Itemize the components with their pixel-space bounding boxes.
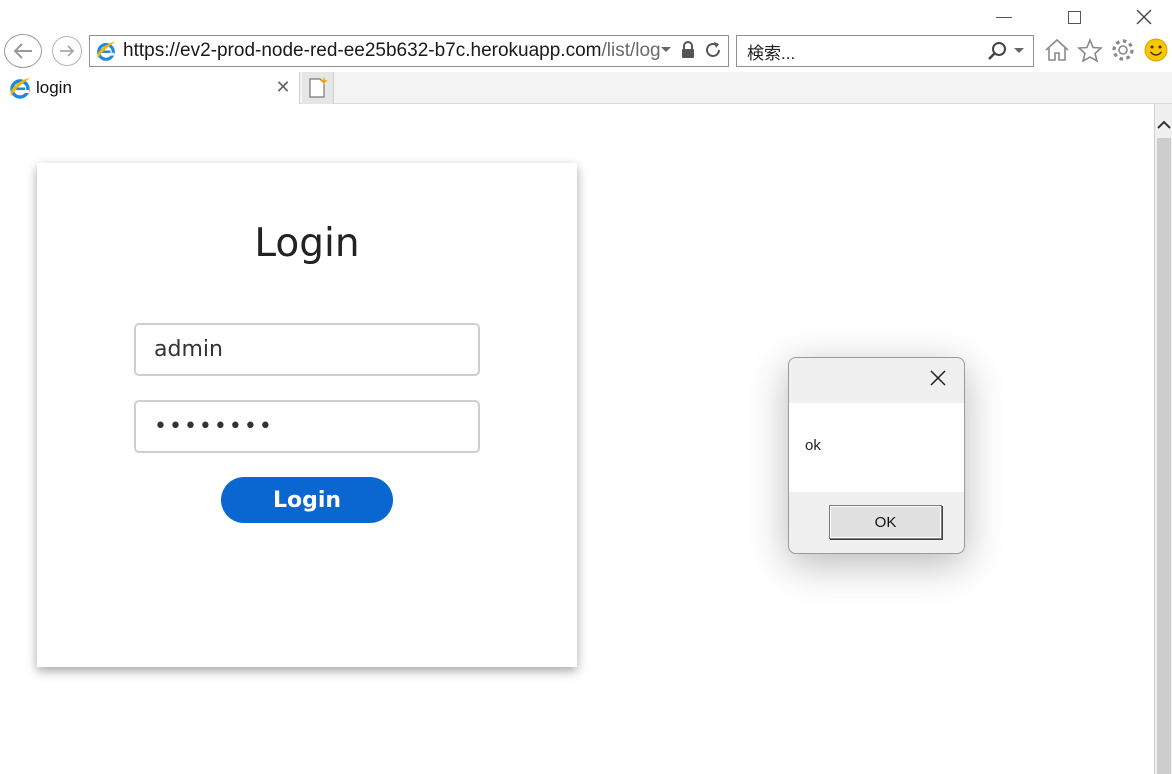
maximize-icon [1067,10,1081,24]
url-text[interactable]: https://ev2-prod-node-red-ee25b632-b7c.h… [123,40,661,62]
minimize-button[interactable] [986,4,1022,30]
forward-arrow-icon [60,45,75,57]
new-tab-icon [308,77,328,98]
back-button[interactable] [4,34,42,68]
login-title: Login [254,221,360,266]
dialog-close-button[interactable] [926,366,950,390]
back-arrow-icon [13,43,32,59]
settings-button[interactable] [1110,36,1136,64]
chevron-up-icon [1157,120,1171,129]
new-tab-button[interactable] [302,72,334,104]
address-bar[interactable]: https://ev2-prod-node-red-ee25b632-b7c.h… [89,35,729,67]
dropdown-arrow-icon[interactable] [660,46,672,54]
page-viewport: Login Login ok OK [0,104,1154,774]
login-card: Login Login [37,163,577,667]
refresh-icon[interactable] [704,41,722,59]
browser-chrome: https://ev2-prod-node-red-ee25b632-b7c.h… [0,0,1172,104]
alert-dialog: ok OK [788,357,965,554]
home-button[interactable] [1044,36,1070,64]
login-button[interactable]: Login [221,477,393,523]
ie-logo-icon [97,41,116,61]
scroll-up-button[interactable] [1155,112,1172,138]
toolbar-icons [1044,36,1169,64]
favorites-button[interactable] [1077,36,1103,64]
username-field[interactable] [134,323,480,376]
url-main: https://ev2-prod-node-red-ee25b632-b7c.h… [123,40,602,61]
forward-button[interactable] [52,36,82,66]
feedback-smiley-icon [1144,38,1168,62]
tab-label: login [36,78,72,97]
search-dropdown-icon[interactable] [1013,47,1025,55]
close-icon [1136,9,1152,25]
close-window-button[interactable] [1126,4,1162,30]
tab-login[interactable]: login ✕ [0,72,300,104]
close-icon [930,370,946,386]
url-path: /list/log [601,40,661,61]
feedback-button[interactable] [1143,36,1169,64]
vertical-scrollbar[interactable] [1154,104,1172,774]
lock-icon[interactable] [680,41,696,59]
settings-gear-icon [1112,39,1134,61]
maximize-button[interactable] [1056,4,1092,30]
password-field[interactable] [134,400,480,453]
tab-close-icon[interactable]: ✕ [273,77,293,98]
dialog-message: ok [805,437,821,454]
dialog-ok-button[interactable]: OK [829,505,942,539]
favorites-star-icon [1077,38,1103,62]
tab-strip: login ✕ [0,72,1172,104]
scroll-thumb[interactable] [1157,138,1171,774]
search-icon[interactable] [987,41,1007,61]
search-box[interactable]: 検索... [736,35,1034,67]
home-icon [1045,38,1069,61]
minimize-icon [996,16,1012,18]
ie-tab-icon [10,78,30,99]
dialog-body: ok [789,403,964,492]
search-placeholder: 検索... [747,43,796,63]
